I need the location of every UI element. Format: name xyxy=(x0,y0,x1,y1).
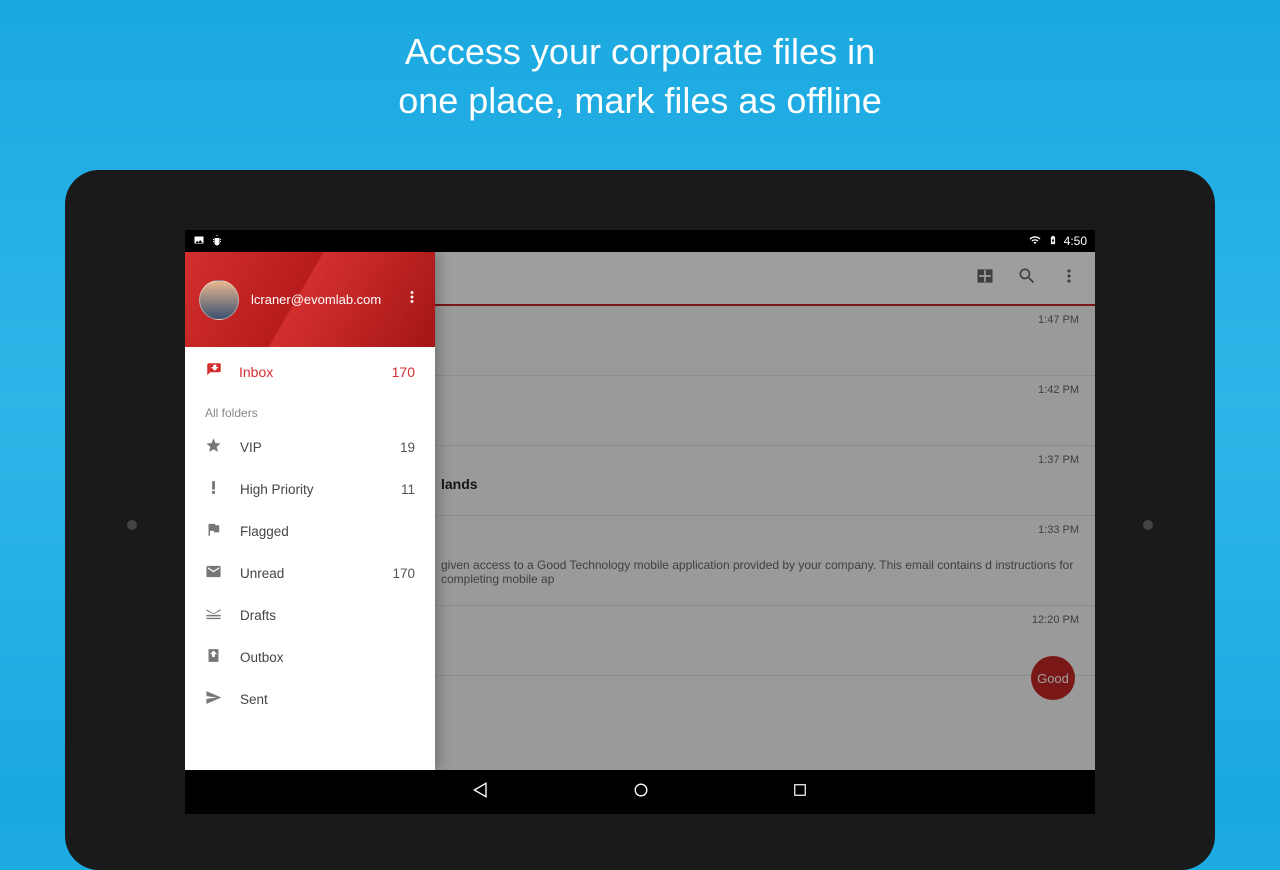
navigation-drawer: lcraner@evomlab.com Inbox 170 All folder… xyxy=(185,252,435,770)
status-time: 4:50 xyxy=(1064,234,1087,248)
drawer-section-label: All folders xyxy=(185,396,435,426)
sidebar-item-sent[interactable]: Sent xyxy=(185,678,435,720)
sidebar-item-label: High Priority xyxy=(240,482,314,497)
mail-icon xyxy=(205,563,222,583)
priority-icon xyxy=(205,479,222,499)
image-notification-icon xyxy=(193,234,205,249)
bug-icon xyxy=(211,234,223,249)
nav-home-icon[interactable] xyxy=(631,780,651,805)
sidebar-item-label: Drafts xyxy=(240,608,276,623)
sent-icon xyxy=(205,689,222,709)
nav-recent-icon[interactable] xyxy=(791,781,809,804)
account-email: lcraner@evomlab.com xyxy=(251,292,381,307)
flag-icon xyxy=(205,521,222,541)
inbox-icon xyxy=(205,361,223,382)
drafts-icon xyxy=(205,605,222,625)
sidebar-item-high-priority[interactable]: High Priority 11 xyxy=(185,468,435,510)
headline-line-2: one place, mark files as offline xyxy=(0,77,1280,126)
star-icon xyxy=(205,437,222,457)
headline-line-1: Access your corporate files in xyxy=(0,28,1280,77)
sidebar-item-flagged[interactable]: Flagged xyxy=(185,510,435,552)
wifi-icon xyxy=(1028,234,1042,249)
sidebar-item-inbox[interactable]: Inbox 170 xyxy=(185,347,435,396)
folder-count: 170 xyxy=(392,566,415,581)
sidebar-item-label: Sent xyxy=(240,692,268,707)
sidebar-item-label: Outbox xyxy=(240,650,284,665)
sidebar-item-label: Inbox xyxy=(239,364,273,380)
sidebar-item-drafts[interactable]: Drafts xyxy=(185,594,435,636)
sidebar-item-unread[interactable]: Unread 170 xyxy=(185,552,435,594)
front-camera-dot xyxy=(127,520,137,530)
battery-charging-icon xyxy=(1048,233,1058,250)
front-camera-dot-right xyxy=(1143,520,1153,530)
outbox-icon xyxy=(205,647,222,667)
folder-count: 19 xyxy=(400,440,415,455)
sidebar-item-label: Unread xyxy=(240,566,284,581)
sidebar-item-vip[interactable]: VIP 19 xyxy=(185,426,435,468)
avatar[interactable] xyxy=(199,280,239,320)
sidebar-item-outbox[interactable]: Outbox xyxy=(185,636,435,678)
android-statusbar: 4:50 xyxy=(185,230,1095,252)
drawer-header[interactable]: lcraner@evomlab.com xyxy=(185,252,435,347)
marketing-headline: Access your corporate files in one place… xyxy=(0,0,1280,125)
nav-back-icon[interactable] xyxy=(471,780,491,805)
tablet-screen: 4:50 1:47 PM xyxy=(185,230,1095,770)
tablet-frame: 4:50 1:47 PM xyxy=(65,170,1215,870)
overflow-menu-icon[interactable] xyxy=(403,288,421,311)
android-navbar xyxy=(185,770,1095,814)
inbox-count: 170 xyxy=(392,364,415,380)
sidebar-item-label: Flagged xyxy=(240,524,289,539)
folder-count: 11 xyxy=(401,482,415,497)
sidebar-item-label: VIP xyxy=(240,440,262,455)
